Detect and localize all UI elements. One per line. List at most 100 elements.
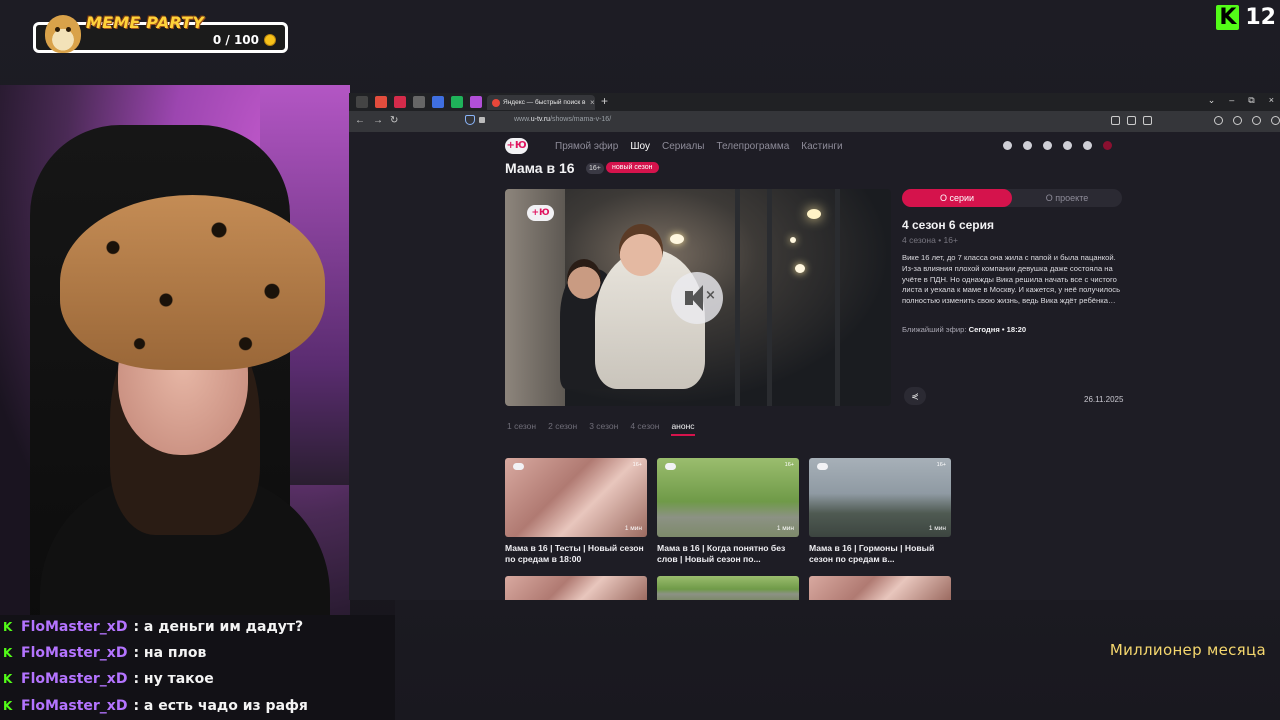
chat-username: FloMaster_xD (21, 671, 128, 687)
extensions-icon[interactable] (1214, 116, 1223, 125)
next-air-value: Сегодня • 18:20 (968, 325, 1027, 334)
chat-message: K FloMaster_xD : а деньги им дадут? (3, 619, 303, 635)
nav-tv-program[interactable]: Телепрограмма (716, 141, 789, 152)
player-watermark-logo: +Ю (527, 205, 554, 221)
video-card-title[interactable]: Мама в 16 | Тесты | Новый сезон по среда… (505, 543, 647, 564)
muted-x-icon: × (705, 288, 716, 303)
video-thumbnail[interactable] (505, 576, 647, 600)
protect-shield-icon[interactable] (465, 115, 475, 125)
kick-logo-icon: K (1216, 5, 1240, 30)
tab-pinned-2[interactable] (394, 96, 406, 108)
episode-description: Вике 16 лет, до 7 класса она жила с папо… (902, 253, 1121, 306)
video-swing-pole (735, 189, 740, 406)
reload-button[interactable]: ↻ (390, 115, 398, 126)
doge-icon (45, 15, 81, 53)
thumb-logo (513, 463, 524, 470)
tab-overview-icon[interactable] (356, 96, 368, 108)
episode-title: 4 сезон 6 серия (902, 218, 994, 232)
new-tab-button[interactable]: + (601, 94, 608, 108)
chat-username: FloMaster_xD (21, 698, 128, 714)
video-card-title[interactable]: Мама в 16 | Гормоны | Новый сезон по сре… (809, 543, 951, 564)
chat-text: : а деньги им дадут? (133, 619, 304, 635)
meme-party-counter: 0 / 100 (212, 33, 259, 47)
new-season-badge: новый сезон (606, 162, 659, 173)
tab-pinned-4[interactable] (432, 96, 444, 108)
url-field[interactable]: www.u-tv.ru/shows/mama-v-16/ (514, 116, 611, 123)
video-card[interactable]: 16+ 1 мин Мама в 16 | Гормоны | Новый се… (809, 458, 951, 564)
age-badge: 16+ (586, 163, 604, 174)
youtube-icon[interactable] (1063, 141, 1072, 150)
nav-series[interactable]: Сериалы (662, 141, 705, 152)
downloads-icon[interactable] (1252, 116, 1261, 125)
bookmark-star-icon[interactable] (1143, 116, 1152, 125)
video-card-title[interactable]: Мама в 16 | Когда понятно без слов | Нов… (657, 543, 799, 564)
address-actions (1111, 116, 1152, 125)
menu-icon[interactable] (1271, 116, 1280, 125)
season-tabs: 1 сезон 2 сезон 3 сезон 4 сезон анонс (507, 421, 695, 436)
leopard-hat (60, 195, 325, 370)
video-street-lamp (807, 209, 821, 219)
close-window-button[interactable]: × (1269, 95, 1274, 106)
tab-close-button[interactable]: × (590, 98, 595, 107)
video-card[interactable]: 16+ 1 мин Мама в 16 | Когда понятно без … (657, 458, 799, 564)
minimize-button[interactable]: – (1229, 95, 1234, 106)
tab-list-chevron-icon[interactable]: ⌄ (1208, 95, 1216, 106)
reader-mode-icon[interactable] (1127, 116, 1136, 125)
site-header-icons (1003, 141, 1112, 150)
ok-icon[interactable] (1083, 141, 1092, 150)
chat-text: : на плов (133, 645, 207, 661)
search-icon[interactable] (1003, 141, 1012, 150)
overlay-bottom-panel (395, 600, 1280, 720)
screenshot-icon[interactable] (1111, 116, 1120, 125)
thumb-age: 16+ (936, 462, 946, 468)
nav-castings[interactable]: Кастинги (801, 141, 842, 152)
lock-icon[interactable] (479, 117, 485, 123)
video-swing-pole (767, 189, 772, 406)
profile-icon[interactable] (1233, 116, 1242, 125)
thumb-logo (665, 463, 676, 470)
video-player[interactable]: +Ю × (505, 189, 891, 406)
video-cards-next-row (505, 576, 951, 600)
vk-icon[interactable] (1023, 141, 1032, 150)
meme-party-widget: MEME PARTY 0 / 100 (33, 13, 288, 53)
maximize-button[interactable]: ⧉ (1248, 95, 1254, 106)
chat-username: FloMaster_xD (21, 619, 128, 635)
utv-logo[interactable]: +Ю (505, 138, 528, 154)
video-tree-trunk (505, 189, 565, 406)
video-card[interactable]: 16+ 1 мин Мама в 16 | Тесты | Новый сезо… (505, 458, 647, 564)
mute-button[interactable]: × (671, 272, 723, 324)
url-subdomain: www. (514, 116, 531, 123)
season-tab-announce[interactable]: анонс (671, 421, 695, 436)
season-tab-2[interactable]: 2 сезон (548, 421, 577, 431)
tab-pinned-6[interactable] (470, 96, 482, 108)
user-icon[interactable] (1103, 141, 1112, 150)
tab-about-project[interactable]: О проекте (1012, 189, 1122, 207)
stream-frame: MEME PARTY 0 / 100 K 12 Яндекс — быстрый… (0, 0, 1280, 720)
tab-strip: Яндекс — быстрый поиск в интернете × + ⌄… (349, 93, 1280, 111)
tab-about-episode[interactable]: О серии (902, 189, 1012, 207)
video-thumbnail[interactable]: 16+ 1 мин (809, 458, 951, 537)
tab-yandex[interactable]: Яндекс — быстрый поиск в интернете × (487, 95, 595, 110)
back-button[interactable]: ← (355, 115, 365, 126)
video-thumbnail[interactable] (809, 576, 951, 600)
telegram-icon[interactable] (1043, 141, 1052, 150)
share-button[interactable]: ⋞ (904, 387, 926, 405)
season-tab-4[interactable]: 4 сезон (630, 421, 659, 431)
video-thumbnail[interactable] (657, 576, 799, 600)
nav-shows[interactable]: Шоу (630, 141, 650, 152)
video-thumbnail[interactable]: 16+ 1 мин (657, 458, 799, 537)
tab-pinned-1[interactable] (375, 96, 387, 108)
tab-title: Яндекс — быстрый поиск в интернете (503, 99, 587, 106)
season-tab-3[interactable]: 3 сезон (589, 421, 618, 431)
tab-pinned-3[interactable] (413, 96, 425, 108)
forward-button[interactable]: → (373, 115, 383, 126)
nav-live[interactable]: Прямой эфир (555, 141, 618, 152)
video-cards: 16+ 1 мин Мама в 16 | Тесты | Новый сезо… (505, 458, 951, 564)
video-thumbnail[interactable]: 16+ 1 мин (505, 458, 647, 537)
tab-pinned-5[interactable] (451, 96, 463, 108)
window-controls: ⌄ – ⧉ × (1208, 95, 1274, 106)
episode-tabs: О серии О проекте (902, 189, 1122, 207)
season-tab-1[interactable]: 1 сезон (507, 421, 536, 431)
coin-icon (264, 34, 276, 46)
video-bokeh-light (790, 237, 796, 243)
